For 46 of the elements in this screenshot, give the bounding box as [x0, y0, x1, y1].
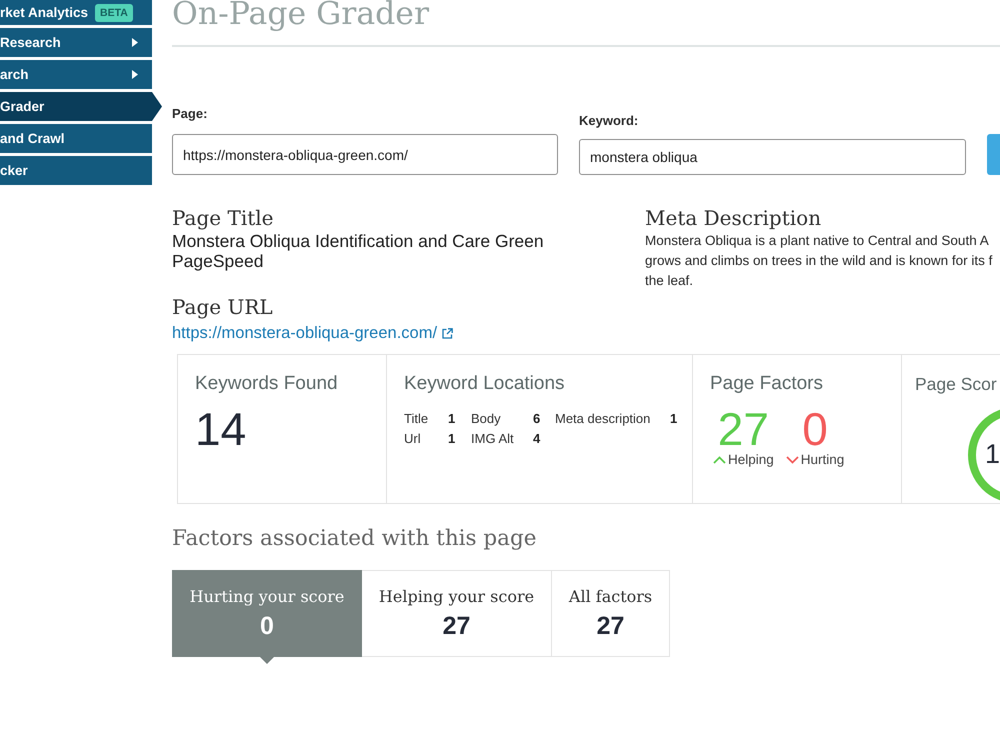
sidebar-item[interactable]: rket Analytics BETA [0, 0, 152, 25]
location-label: Title [404, 410, 428, 428]
factor-tab[interactable]: Helping your score 27 [362, 570, 552, 657]
tab-pointer-icon [260, 657, 274, 664]
location-count: 1 [448, 410, 456, 428]
beta-badge: BETA [95, 4, 133, 22]
section-heading: Meta Description [645, 205, 822, 231]
external-link-icon [442, 328, 454, 338]
submit-button[interactable] [987, 134, 1000, 175]
keyword-input-field[interactable]: monstera obliqua [579, 139, 966, 175]
factor-tab[interactable]: All factors 27 [552, 570, 670, 657]
hurting-label: Hurting [786, 452, 844, 468]
sidebar-item[interactable]: and Crawl [0, 124, 152, 153]
score-value: 1 [985, 438, 1000, 470]
section-heading: Page Title [172, 205, 274, 231]
helping-label: Helping [713, 452, 774, 468]
field-label: Page: [172, 106, 208, 122]
sidebar-item[interactable]: Grader [0, 92, 162, 121]
location-count: 1 [448, 430, 456, 448]
stat-heading: Keywords Found [195, 373, 338, 395]
location-count: 6 [533, 410, 540, 428]
chevron-down-icon [786, 456, 799, 464]
hurting-count: 0 [802, 406, 828, 452]
field-label: Keyword: [579, 113, 638, 129]
page-input-field[interactable]: https://monstera-obliqua-green.com/ [172, 134, 558, 175]
keywords-found-count: 14 [195, 406, 246, 452]
location-label: Meta description [555, 410, 650, 428]
stat-heading: Page Factors [710, 373, 823, 395]
location-count: 4 [533, 430, 540, 448]
chevron-up-icon [713, 456, 726, 464]
meta-description-text: Monstera Obliqua is a plant native to Central and South A grows and climbs on trees in the wild and is known for its f the leaf. [645, 232, 992, 290]
section-heading: Page URL [172, 294, 273, 320]
page-title-text: Monstera Obliqua Identification and Care Green PageSpeed [172, 231, 545, 271]
sidebar-item[interactable]: Research [0, 28, 152, 57]
location-label: IMG Alt [471, 430, 514, 448]
helping-count: 27 [718, 406, 769, 452]
location-count: 1 [670, 410, 678, 428]
sidebar-item[interactable]: cker [0, 156, 152, 185]
location-label: Url [404, 430, 421, 448]
page-url-link[interactable]: https://monstera-obliqua-green.com/ [172, 323, 454, 343]
location-label: Body [471, 410, 501, 428]
page-title: On-Page Grader [172, 0, 430, 34]
sidebar-item[interactable]: arch [0, 60, 152, 89]
stat-heading: Page Scor [915, 373, 997, 395]
section-heading: Factors associated with this page [172, 526, 536, 552]
stat-heading: Keyword Locations [404, 373, 565, 395]
